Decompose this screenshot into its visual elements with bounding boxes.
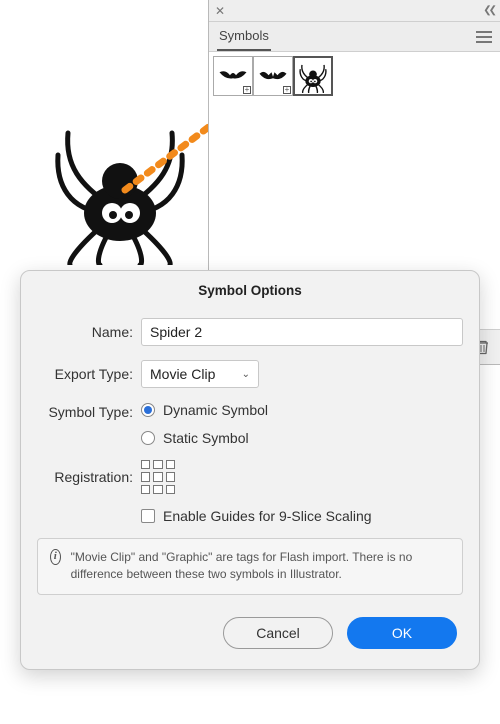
info-box: i "Movie Clip" and "Graphic" are tags fo…: [37, 538, 463, 595]
export-type-label: Export Type:: [35, 366, 141, 382]
collapse-icon[interactable]: ❮❮: [483, 5, 494, 16]
radio-icon: [141, 431, 155, 445]
panel-tabs: Symbols: [209, 22, 500, 52]
export-type-select[interactable]: Movie Clip ⌄: [141, 360, 259, 388]
info-text: "Movie Clip" and "Graphic" are tags for …: [71, 549, 450, 584]
symbol-options-dialog: Symbol Options Name: Spider 2 Export Typ…: [20, 270, 480, 670]
checkbox-9-slice[interactable]: Enable Guides for 9-Slice Scaling: [141, 508, 372, 524]
symbol-thumb-bat-2[interactable]: +: [253, 56, 293, 96]
registration-label: Registration:: [35, 469, 141, 485]
dialog-title: Symbol Options: [21, 271, 479, 318]
radio-label: Static Symbol: [163, 430, 249, 446]
symbol-thumb-spider[interactable]: [293, 56, 333, 96]
radio-icon: [141, 403, 155, 417]
export-type-value: Movie Clip: [150, 366, 215, 382]
radio-label: Dynamic Symbol: [163, 402, 268, 418]
symbol-thumb-bat-1[interactable]: +: [213, 56, 253, 96]
checkbox-label: Enable Guides for 9-Slice Scaling: [163, 508, 372, 524]
symbol-type-label: Symbol Type:: [35, 402, 141, 420]
name-input[interactable]: Spider 2: [141, 318, 463, 346]
info-icon: i: [50, 549, 61, 565]
checkbox-icon: [141, 509, 155, 523]
chevron-down-icon: ⌄: [242, 369, 250, 380]
radio-dynamic-symbol[interactable]: Dynamic Symbol: [141, 402, 268, 418]
registration-grid[interactable]: [141, 460, 175, 494]
dynamic-badge-icon: +: [283, 86, 291, 94]
tab-symbols[interactable]: Symbols: [217, 22, 271, 51]
panel-menu-icon[interactable]: [476, 31, 492, 43]
dynamic-badge-icon: +: [243, 86, 251, 94]
panel-topbar: ✕ ❮❮: [209, 0, 500, 22]
close-icon[interactable]: ✕: [215, 5, 225, 17]
ok-button[interactable]: OK: [347, 617, 457, 649]
radio-static-symbol[interactable]: Static Symbol: [141, 430, 268, 446]
name-label: Name:: [35, 324, 141, 340]
canvas-spider-art: [50, 115, 190, 265]
cancel-button[interactable]: Cancel: [223, 617, 333, 649]
